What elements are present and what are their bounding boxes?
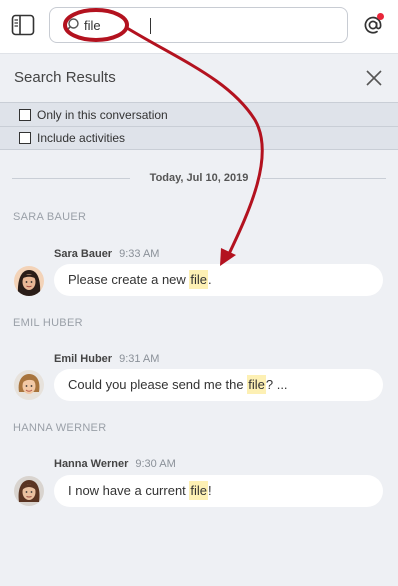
message-time: 9:30 AM [135, 458, 176, 470]
search-box[interactable] [49, 7, 348, 43]
filter-label: Only in this conversation [37, 107, 168, 122]
section-label: EMIL HUBER [13, 317, 83, 329]
text-caret [150, 18, 151, 34]
filter-only-this-conversation[interactable]: Only in this conversation [0, 102, 398, 126]
message-meta: Emil Huber 9:31 AM [54, 353, 159, 365]
section-label: SARA BAUER [13, 211, 87, 223]
search-match-highlight: file [247, 375, 266, 394]
message-text: Could you please send me the [68, 377, 248, 392]
message-text: ! [208, 483, 212, 498]
message-text: Please create a new [68, 272, 190, 287]
sidebar-panel-icon[interactable] [10, 12, 36, 38]
message-bubble[interactable]: Could you please send me the file? ... [54, 369, 383, 401]
date-separator: Today, Jul 10, 2019 [0, 170, 398, 188]
search-input[interactable] [84, 16, 334, 34]
message-text: I now have a current [68, 483, 190, 498]
date-label: Today, Jul 10, 2019 [141, 172, 257, 184]
filter-label: Include activities [37, 131, 126, 145]
message-meta: Sara Bauer 9:33 AM [54, 248, 159, 260]
search-results-title: Search Results [14, 69, 116, 86]
search-match-highlight: file [189, 481, 209, 500]
message-text: . [208, 272, 212, 287]
message-time: 9:33 AM [119, 248, 160, 260]
search-match-highlight: file [189, 270, 209, 289]
message-bubble[interactable]: Please create a new file. [54, 264, 383, 296]
only-this-conversation-checkbox[interactable] [19, 108, 31, 121]
message-time: 9:31 AM [119, 353, 160, 365]
search-icon [64, 17, 80, 33]
avatar[interactable] [14, 476, 44, 506]
message-bubble[interactable]: I now have a current file! [54, 475, 383, 507]
avatar[interactable] [14, 370, 44, 400]
include-activities-checkbox[interactable] [19, 132, 31, 144]
sender-name: Emil Huber [54, 353, 113, 365]
search-results-header: Search Results [0, 54, 398, 102]
avatar[interactable] [14, 266, 44, 296]
sender-name: Hanna Werner [54, 458, 129, 470]
top-bar [0, 0, 398, 54]
message-text: ? ... [265, 377, 288, 392]
notification-dot [377, 13, 384, 20]
close-icon[interactable] [364, 68, 384, 88]
sender-name: Sara Bauer [54, 248, 113, 260]
section-label: HANNA WERNER [13, 422, 107, 434]
message-meta: Hanna Werner 9:30 AM [54, 458, 176, 470]
filter-include-activities[interactable]: Include activities [0, 126, 398, 150]
